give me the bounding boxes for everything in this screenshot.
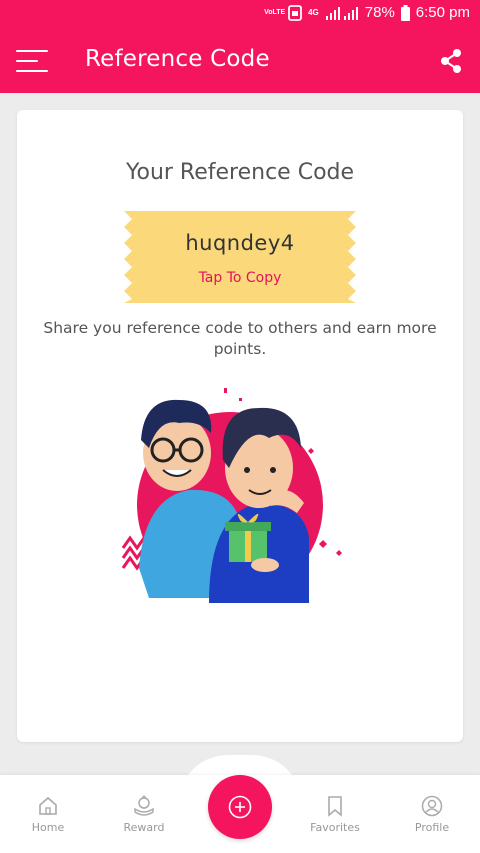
reference-card: Your Reference Code huqndey4 Tap To Copy… — [17, 110, 463, 742]
profile-icon — [421, 795, 443, 817]
friends-illustration — [119, 378, 359, 604]
hamburger-menu-icon[interactable] — [16, 50, 48, 74]
status-bar: VoLTE 4G 78% 6:50 pm — [0, 0, 480, 30]
reward-icon — [134, 795, 154, 816]
card-title: Your Reference Code — [125, 160, 355, 185]
signal-icon — [325, 6, 359, 20]
nav-favorites-label: Favorites — [310, 821, 360, 834]
tap-to-copy-button[interactable]: Tap To Copy — [124, 270, 356, 286]
network-type: 4G — [308, 7, 319, 17]
nav-profile-label: Profile — [414, 821, 450, 834]
share-description: Share you reference code to others and e… — [43, 319, 437, 358]
bookmark-icon — [328, 796, 342, 817]
home-icon — [39, 796, 57, 815]
plus-circle-icon — [228, 795, 252, 819]
status-icons: VoLTE 4G 78% 6:50 pm — [264, 4, 470, 21]
reference-code: huqndey4 — [185, 231, 295, 255]
battery-icon — [400, 4, 410, 21]
nav-home[interactable]: Home — [8, 795, 88, 834]
reference-code-ticket[interactable]: huqndey4 Tap To Copy — [124, 211, 356, 303]
share-icon[interactable] — [440, 48, 462, 74]
nav-profile[interactable]: Profile — [392, 795, 472, 834]
clock: 6:50 pm — [415, 4, 470, 21]
app-bar: Reference Code — [0, 30, 480, 93]
add-button[interactable] — [208, 775, 272, 839]
nav-home-label: Home — [31, 821, 65, 834]
nav-reward-label: Reward — [123, 821, 165, 834]
nav-reward[interactable]: Reward — [104, 795, 184, 834]
volte-indicator: VoLTE — [264, 8, 286, 16]
ticket-shape — [124, 211, 356, 303]
page-title: Reference Code — [85, 46, 270, 72]
nav-favorites[interactable]: Favorites — [295, 795, 375, 834]
sim-icon — [288, 4, 302, 21]
battery-percent: 78% — [364, 4, 395, 21]
